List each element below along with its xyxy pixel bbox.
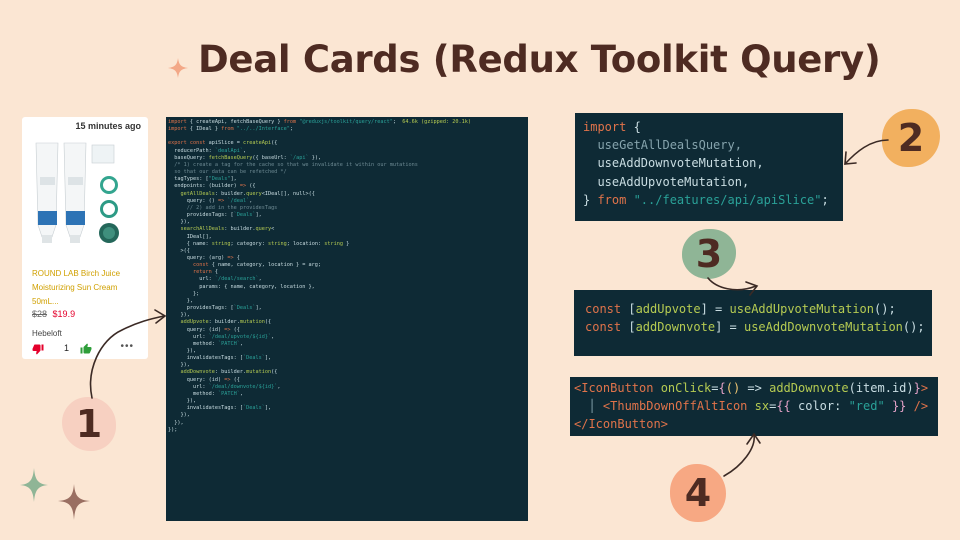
arrow-1-icon xyxy=(89,309,167,399)
sparkle-brown-icon xyxy=(58,484,90,520)
arrow-3-icon xyxy=(707,277,759,296)
sparkle-green-icon xyxy=(20,468,48,502)
annotation-arrows xyxy=(20,139,889,520)
arrow-4-icon xyxy=(723,432,761,477)
arrow-2-icon xyxy=(844,139,889,165)
